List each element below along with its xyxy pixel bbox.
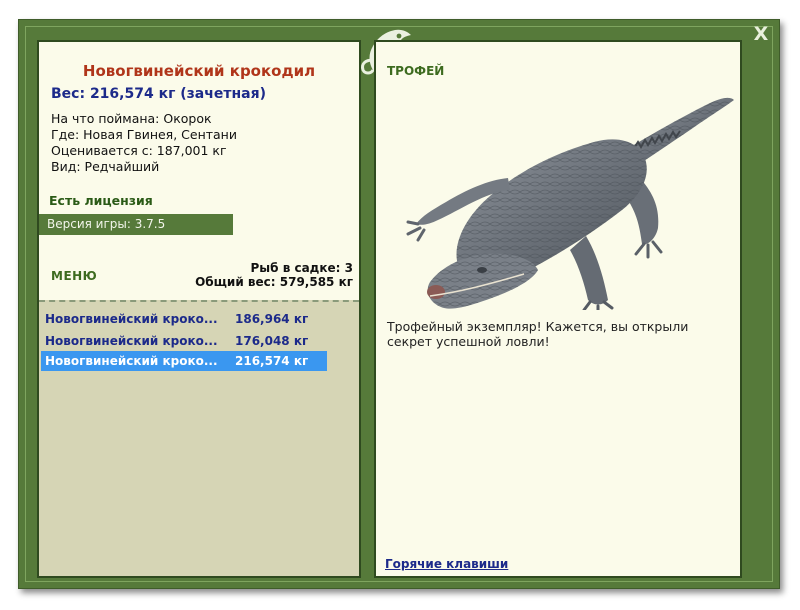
menu-button[interactable]: МЕНЮ bbox=[51, 269, 97, 283]
catch-list: Новогвинейский кроко... 186,964 кг Новог… bbox=[39, 300, 359, 576]
catch-weight: 176,048 кг bbox=[235, 334, 309, 348]
keepnet-count: Рыб в садке: 3 bbox=[250, 261, 354, 275]
location-info: Где: Новая Гвинея, Сентани bbox=[51, 127, 237, 142]
crocodile-image bbox=[406, 97, 734, 310]
catch-weight: 186,964 кг bbox=[235, 312, 309, 326]
catch-weight: 216,574 кг bbox=[235, 354, 309, 368]
catch-list-item[interactable]: Новогвинейский кроко... 176,048 кг bbox=[41, 331, 327, 351]
bait-info: На что поймана: Окорок bbox=[51, 111, 212, 126]
valued-from-info: Оценивается с: 187,001 кг bbox=[51, 143, 227, 158]
catch-list-item-selected[interactable]: Новогвинейский кроко... 216,574 кг bbox=[41, 351, 327, 371]
fish-info-panel: Новогвинейский крокодил Вес: 216,574 кг … bbox=[37, 40, 361, 578]
license-status: Есть лицензия bbox=[49, 193, 153, 208]
hotkeys-link[interactable]: Горячие клавиши bbox=[385, 557, 508, 571]
trophy-label: ТРОФЕЙ bbox=[387, 64, 445, 78]
fish-weight: Вес: 216,574 кг (зачетная) bbox=[51, 86, 266, 102]
dialog-frame: X Новогвинейский крокодил Вес: 216,574 к… bbox=[18, 19, 780, 589]
catch-name: Новогвинейский кроко... bbox=[45, 312, 218, 326]
version-bar: Версия игры: 3.7.5 bbox=[39, 214, 233, 235]
catch-list-item[interactable]: Новогвинейский кроко... 186,964 кг bbox=[41, 309, 327, 329]
catch-name: Новогвинейский кроко... bbox=[45, 334, 218, 348]
close-button[interactable]: X bbox=[751, 24, 771, 44]
trophy-panel: ТРОФЕЙ Трофейный экземпляр! Кажется, вы … bbox=[374, 40, 742, 578]
keepnet-total-weight: Общий вес: 579,585 кг bbox=[195, 275, 353, 289]
catch-name: Новогвинейский кроко... bbox=[45, 354, 218, 368]
fish-title: Новогвинейский крокодил bbox=[82, 62, 316, 80]
trophy-description: Трофейный экземпляр! Кажется, вы открыли… bbox=[387, 319, 689, 349]
kind-info: Вид: Редчайший bbox=[51, 159, 160, 174]
